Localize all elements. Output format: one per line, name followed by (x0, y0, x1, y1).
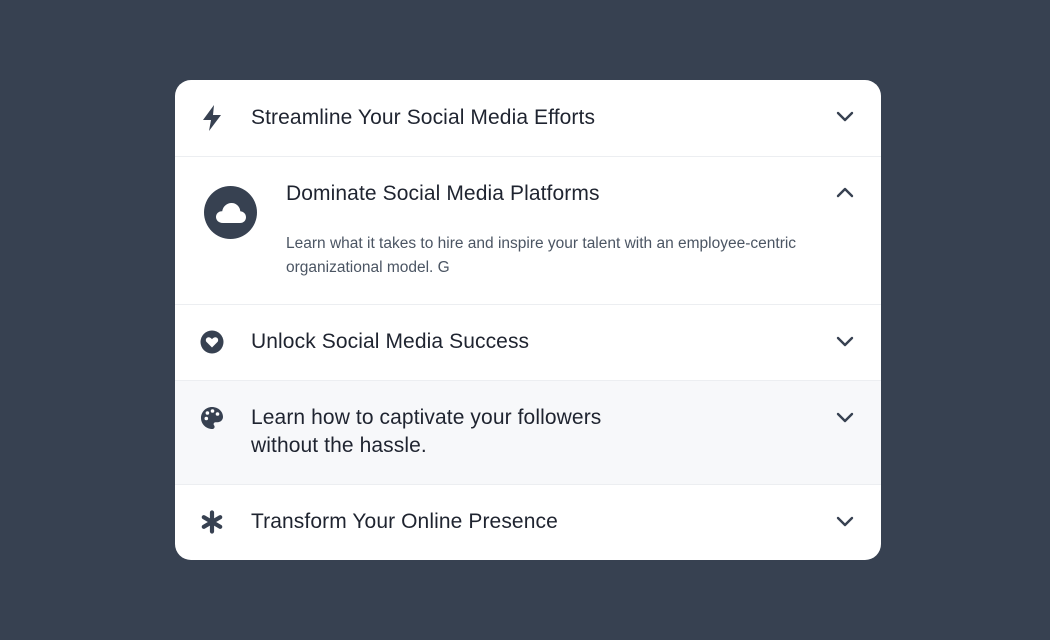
chevron-up-icon[interactable] (834, 182, 856, 204)
chevron-down-icon[interactable] (834, 406, 856, 428)
accordion-item-title: Unlock Social Media Success (251, 330, 530, 353)
accordion: Streamline Your Social Media Efforts Dom… (175, 80, 881, 560)
cloud-icon (204, 186, 257, 239)
accordion-item-captivate[interactable]: Learn how to captivate your followers wi… (175, 381, 881, 485)
accordion-item-title: Learn how to captivate your followers wi… (251, 406, 602, 457)
accordion-item-unlock[interactable]: Unlock Social Media Success (175, 305, 881, 381)
chevron-down-icon[interactable] (834, 105, 856, 127)
accordion-item-title: Dominate Social Media Platforms (286, 182, 600, 205)
accordion-item-title: Transform Your Online Presence (251, 510, 558, 533)
chevron-down-icon[interactable] (834, 330, 856, 352)
accordion-item-transform[interactable]: Transform Your Online Presence (175, 485, 881, 560)
accordion-item-dominate[interactable]: Dominate Social Media Platforms Learn wh… (175, 157, 881, 305)
accordion-item-description: Learn what it takes to hire and inspire … (286, 235, 797, 276)
heart-icon (200, 330, 224, 354)
bolt-icon (200, 105, 224, 131)
asterisk-icon (200, 510, 224, 534)
accordion-item-streamline[interactable]: Streamline Your Social Media Efforts (175, 80, 881, 157)
accordion-item-title: Streamline Your Social Media Efforts (251, 106, 596, 129)
palette-icon (200, 406, 224, 430)
chevron-down-icon[interactable] (834, 510, 856, 532)
